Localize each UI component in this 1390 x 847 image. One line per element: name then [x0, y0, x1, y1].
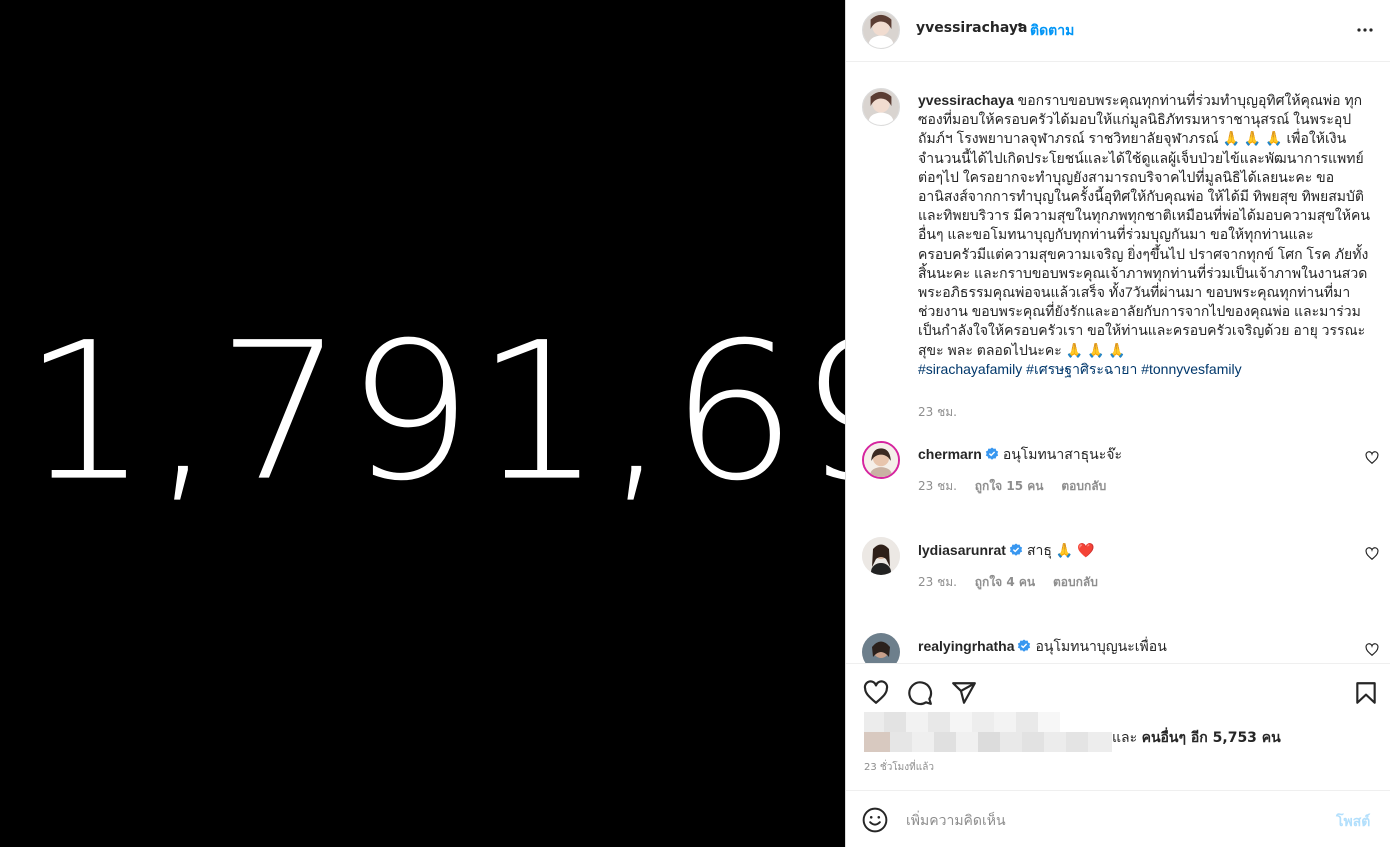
- comment-like-icon[interactable]: [1365, 547, 1379, 561]
- share-icon[interactable]: [951, 680, 977, 706]
- post-side-panel: yvessirachaya • ติดตาม yvessirachaya ขอก…: [845, 0, 1390, 847]
- comment-item: chermarn อนุโมทนาสาธุนะจ๊ะ 23 ชม. ถูกใจ 1…: [846, 441, 1390, 521]
- media-number-text: 1,791,697: [22, 301, 845, 524]
- verified-icon: [1009, 543, 1023, 556]
- comment-likes-count[interactable]: ถูกใจ 15 คน: [975, 479, 1044, 493]
- likes-summary[interactable]: และ คนอื่นๆ อีก 5,753 คน: [1112, 727, 1281, 749]
- save-icon[interactable]: [1353, 680, 1379, 706]
- reply-button[interactable]: ตอบกลับ: [1053, 575, 1098, 589]
- more-options-icon[interactable]: [1353, 18, 1377, 42]
- caption-hashtags[interactable]: #sirachayafamily #เศรษฐาศิระฉายา #tonnyv…: [918, 361, 1242, 377]
- comment-input[interactable]: [906, 809, 1306, 831]
- follow-button[interactable]: ติดตาม: [1030, 20, 1074, 42]
- comment-time[interactable]: 23 ชม.: [918, 479, 957, 493]
- comment-body: lydiasarunrat สาธุ 🙏 ❤️: [918, 540, 1095, 562]
- likers-avatars-blurred[interactable]: [864, 712, 1112, 752]
- comment-likes-count[interactable]: ถูกใจ 4 คน: [975, 575, 1035, 589]
- commenter-avatar[interactable]: [862, 633, 900, 663]
- post-timestamp[interactable]: 23 ชั่วโมงที่แล้ว: [864, 760, 934, 775]
- comment-username[interactable]: realyingrhatha: [918, 638, 1014, 654]
- reply-button[interactable]: ตอบกลับ: [1061, 479, 1106, 493]
- comment-meta: 23 ชม. ถูกใจ 4 คน ตอบกลับ: [918, 573, 1112, 592]
- separator-dot: •: [1016, 18, 1025, 34]
- comment-like-icon[interactable]: [1365, 643, 1379, 657]
- verified-icon: [985, 447, 998, 460]
- caption-author-avatar[interactable]: [862, 88, 900, 126]
- add-comment-bar: โพสต์: [846, 790, 1390, 847]
- post-caption: yvessirachaya ขอกราบขอบพระคุณทุกท่านที่ร…: [918, 91, 1370, 379]
- likes-others-count[interactable]: คนอื่นๆ อีก 5,753 คน: [1142, 730, 1281, 746]
- author-username[interactable]: yvessirachaya: [916, 20, 1027, 36]
- comment-body: chermarn อนุโมทนาสาธุนะจ๊ะ: [918, 444, 1122, 466]
- post-actions: และ คนอื่นๆ อีก 5,753 คน 23 ชั่วโมงที่แล…: [846, 663, 1390, 790]
- caption-timestamp[interactable]: 23 ชม.: [918, 403, 957, 422]
- likes-prefix: และ: [1112, 730, 1142, 746]
- comment-item: lydiasarunrat สาธุ 🙏 ❤️ 23 ชม. ถูกใจ 4 คน…: [846, 537, 1390, 617]
- comment-username[interactable]: lydiasarunrat: [918, 542, 1006, 558]
- heart-icon[interactable]: [863, 680, 889, 706]
- comment-text: อนุโมทนาสาธุนะจ๊ะ: [1002, 446, 1122, 462]
- comment-text: สาธุ 🙏 ❤️: [1026, 542, 1095, 558]
- emoji-icon[interactable]: [862, 807, 888, 833]
- comment-username[interactable]: chermarn: [918, 446, 982, 462]
- comment-time[interactable]: 23 ชม.: [918, 575, 957, 589]
- comment-item: realyingrhatha อนุโมทนาบุญนะเพื่อน: [846, 633, 1390, 663]
- author-avatar[interactable]: [862, 11, 900, 49]
- post-header: yvessirachaya • ติดตาม: [846, 0, 1390, 62]
- verified-icon: [1018, 639, 1031, 652]
- comment-like-icon[interactable]: [1365, 451, 1379, 465]
- comment-text: อนุโมทนาบุญนะเพื่อน: [1035, 638, 1167, 654]
- comments-list[interactable]: yvessirachaya ขอกราบขอบพระคุณทุกท่านที่ร…: [846, 63, 1390, 663]
- post-media[interactable]: 1,791,697: [0, 0, 845, 847]
- commenter-avatar[interactable]: [862, 537, 900, 575]
- comment-body: realyingrhatha อนุโมทนาบุญนะเพื่อน: [918, 636, 1167, 658]
- post-comment-button[interactable]: โพสต์: [1336, 811, 1370, 833]
- comment-icon[interactable]: [907, 680, 933, 706]
- commenter-avatar[interactable]: [862, 441, 900, 479]
- caption-text: ขอกราบขอบพระคุณทุกท่านที่ร่วมทำบุญอุทิศใ…: [918, 92, 1370, 358]
- caption-username[interactable]: yvessirachaya: [918, 92, 1014, 108]
- comment-meta: 23 ชม. ถูกใจ 15 คน ตอบกลับ: [918, 477, 1120, 496]
